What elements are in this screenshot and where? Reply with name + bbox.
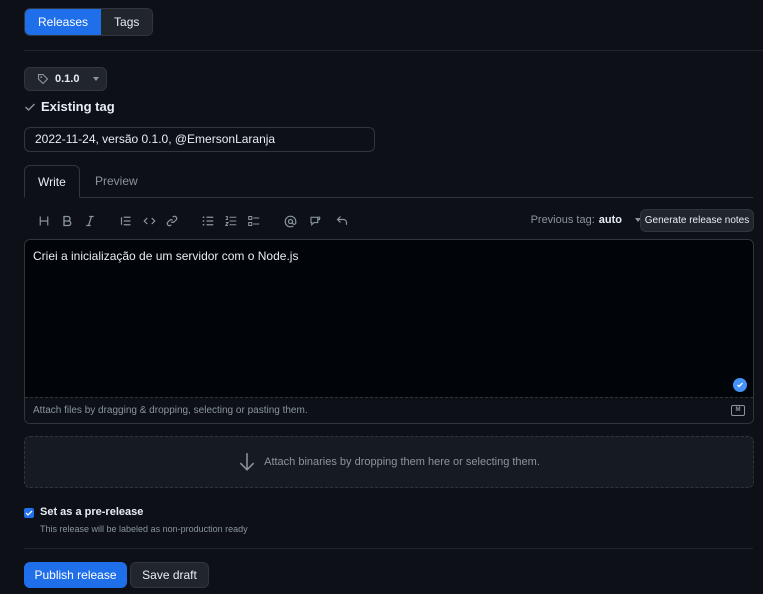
tab-preview[interactable]: Preview (82, 165, 151, 197)
generate-release-notes-button[interactable]: Generate release notes (640, 209, 754, 232)
publish-release-button[interactable]: Publish release (24, 562, 127, 588)
code-icon[interactable] (140, 212, 158, 230)
markdown-icon: M (731, 405, 745, 416)
tags-tab[interactable]: Tags (101, 9, 153, 35)
prerelease-label[interactable]: Set as a pre-release (40, 506, 143, 518)
previous-tag-value: auto (598, 214, 622, 226)
releases-tags-switch: Releases Tags (24, 8, 154, 36)
releases-tab[interactable]: Releases (25, 9, 102, 35)
previous-tag-selector[interactable]: Previous tag: auto (531, 214, 641, 226)
divider (24, 548, 753, 549)
tag-value: 0.1.0 (55, 73, 80, 85)
attach-files-hint: Attach files by dragging & dropping, sel… (33, 405, 308, 416)
existing-tag-label: Existing tag (41, 99, 115, 114)
binaries-hint: Attach binaries by dropping them here or… (264, 456, 540, 468)
release-notes-editor[interactable]: Criei a inicialização de um servidor com… (24, 239, 754, 424)
divider (24, 50, 763, 51)
previous-tag-label: Previous tag: (530, 214, 595, 226)
editor-tabs: Write Preview (24, 165, 753, 198)
mention-icon[interactable] (281, 212, 299, 230)
prerelease-checkbox[interactable] (24, 508, 34, 518)
tab-write[interactable]: Write (24, 165, 80, 198)
undo-icon[interactable] (333, 212, 351, 230)
numbered-list-icon[interactable] (222, 212, 240, 230)
check-icon (25, 510, 33, 516)
quote-icon[interactable] (117, 212, 135, 230)
bold-icon[interactable] (58, 212, 76, 230)
existing-tag-status: Existing tag (24, 99, 115, 114)
arrow-down-icon (239, 453, 255, 471)
check-icon (25, 103, 35, 111)
chevron-down-icon (93, 77, 100, 81)
reference-icon[interactable] (306, 212, 324, 230)
bulleted-list-icon[interactable] (199, 212, 217, 230)
tag-selector-button[interactable]: 0.1.0 (24, 67, 107, 91)
task-list-icon[interactable] (245, 212, 263, 230)
editor-body[interactable]: Criei a inicialização de um servidor com… (33, 249, 298, 263)
attach-files-bar[interactable]: Attach files by dragging & dropping, sel… (25, 397, 753, 423)
heading-icon[interactable] (35, 212, 53, 230)
tag-icon (37, 73, 49, 85)
check-circle-icon (733, 378, 747, 392)
save-draft-button[interactable]: Save draft (130, 562, 209, 588)
link-icon[interactable] (163, 212, 181, 230)
italic-icon[interactable] (81, 212, 99, 230)
binaries-drop-zone[interactable]: Attach binaries by dropping them here or… (24, 436, 754, 488)
prerelease-hint: This release will be labeled as non-prod… (40, 524, 248, 534)
release-title-input[interactable]: 2022-11-24, versão 0.1.0, @EmersonLaranj… (24, 127, 375, 152)
